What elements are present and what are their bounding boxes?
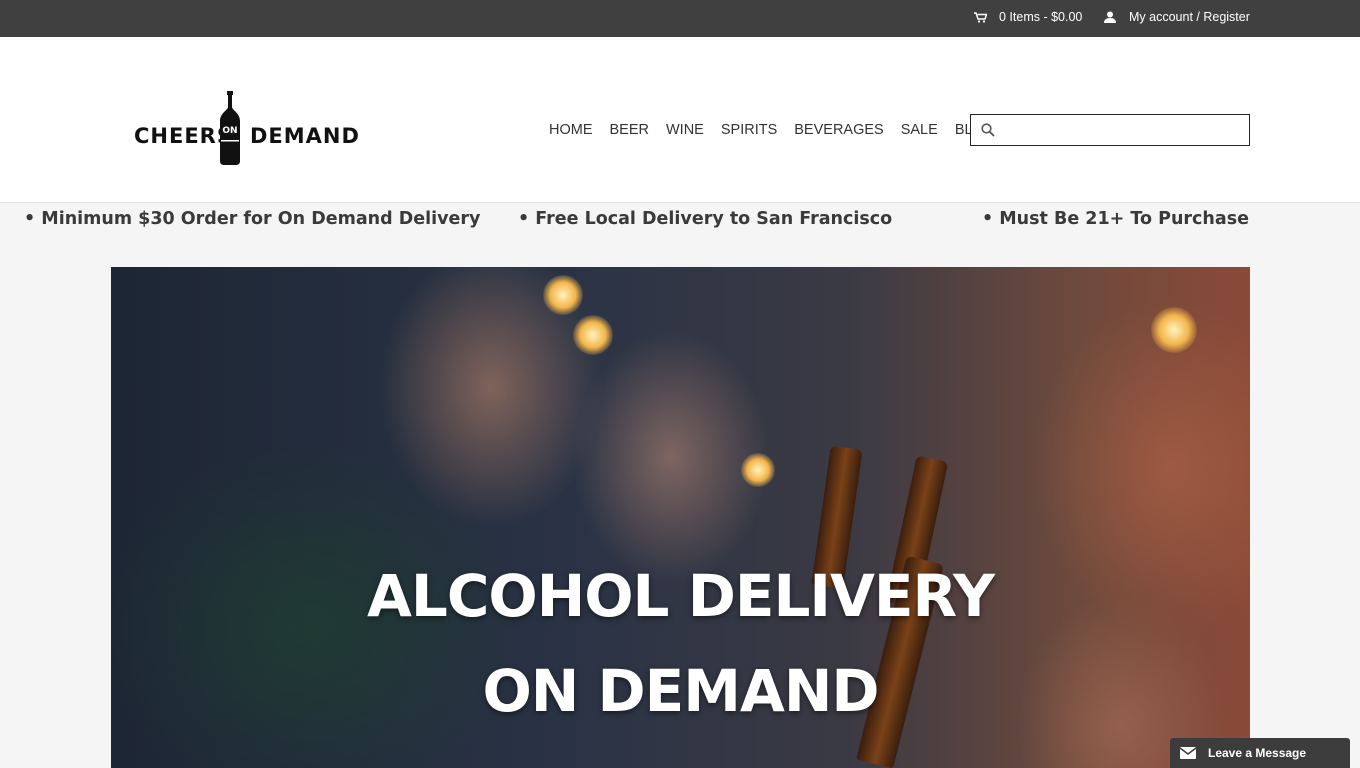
top-bar: 0 Items - $0.00 My account / Register <box>0 0 1360 37</box>
logo-badge: ON <box>222 126 238 136</box>
leave-message-label: Leave a Message <box>1208 746 1307 760</box>
brand-logo[interactable]: CHEERS ON DEMAND <box>134 91 359 165</box>
leave-message-widget[interactable]: Leave a Message <box>1170 738 1350 768</box>
hero-headline-line-2: ON DEMAND <box>482 657 879 725</box>
nav-item-home[interactable]: HOME <box>549 122 593 138</box>
nav-item-beer[interactable]: BEER <box>610 122 650 138</box>
account-label: My account / Register <box>1129 10 1250 24</box>
usp-age-requirement: • Must Be 21+ To Purchase <box>981 209 1249 229</box>
nav-item-wine[interactable]: WINE <box>666 122 704 138</box>
usp-free-delivery: • Free Local Delivery to San Francisco <box>518 209 893 229</box>
nav-item-spirits[interactable]: SPIRITS <box>721 122 777 138</box>
cart-link[interactable]: 0 Items - $0.00 <box>974 10 1082 24</box>
shopping-cart-icon <box>974 11 987 23</box>
envelope-icon <box>1180 747 1196 759</box>
hero-photo-light <box>741 453 775 487</box>
hero-headline-line-1: ALCOHOL DELIVERY <box>366 562 995 630</box>
search-box <box>970 114 1250 146</box>
hero-photo-light <box>1151 307 1197 353</box>
hero-photo-light <box>573 315 613 355</box>
hero-photo-light <box>543 275 583 315</box>
nav-item-sale[interactable]: SALE <box>901 122 938 138</box>
search-input[interactable] <box>1003 117 1243 143</box>
account-link[interactable]: My account / Register <box>1104 10 1250 24</box>
search-icon[interactable] <box>981 123 995 137</box>
logo-word-demand: DEMAND <box>250 124 360 148</box>
user-icon <box>1104 11 1116 23</box>
hero-banner[interactable]: ALCOHOL DELIVERY ON DEMAND <box>111 267 1250 768</box>
usp-minimum-order: • Minimum $30 Order for On Demand Delive… <box>24 209 481 229</box>
main-nav: HOME BEER WINE SPIRITS BEVERAGES SALE BL… <box>549 122 1012 138</box>
nav-item-beverages[interactable]: BEVERAGES <box>794 122 883 138</box>
cart-summary: 0 Items - $0.00 <box>999 10 1083 24</box>
site-header: CHEERS ON DEMAND HOME BEER WINE SPIRITS … <box>0 37 1360 203</box>
